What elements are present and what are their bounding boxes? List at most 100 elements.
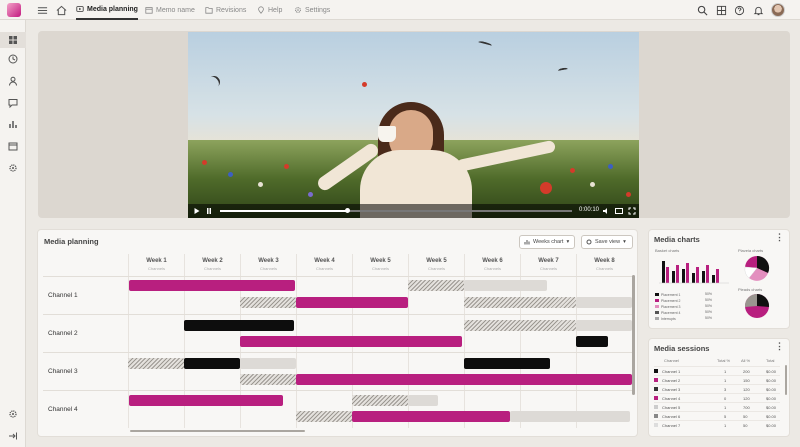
schedule-bar[interactable]	[464, 320, 576, 331]
schedule-bar[interactable]	[296, 411, 352, 422]
week-header: Week 7 Channels	[520, 254, 576, 276]
video-controls: 0:00:10	[188, 204, 639, 218]
play-icon[interactable]	[193, 207, 201, 215]
app-logo[interactable]	[7, 3, 21, 17]
tab-revisions[interactable]: Revisions	[205, 0, 246, 20]
save-view-label: Save view	[595, 239, 621, 245]
legend-percent: 50%	[705, 310, 713, 314]
tab-label: Media planning	[87, 5, 138, 13]
tab-label: Memo name	[156, 6, 195, 14]
horizontal-scrollbar[interactable]	[130, 430, 305, 432]
schedule-bar[interactable]	[129, 280, 295, 291]
dashboard-icon[interactable]	[7, 34, 19, 46]
schedule-bar[interactable]	[352, 395, 408, 406]
schedule-bar[interactable]	[576, 297, 632, 308]
schedule-bar[interactable]	[240, 374, 296, 385]
list-icon[interactable]	[36, 4, 48, 16]
mini-bar-chart	[659, 261, 729, 284]
grid-icon[interactable]	[715, 4, 727, 16]
schedule-bar[interactable]	[510, 411, 630, 422]
schedule-bar[interactable]	[352, 411, 510, 422]
week-header: Week 6 Channels	[464, 254, 520, 276]
schedule-bar[interactable]	[129, 395, 283, 406]
vertical-scrollbar[interactable]	[632, 275, 635, 395]
schedule-bar[interactable]	[464, 297, 576, 308]
weeks-chart-dropdown[interactable]: Weeks chart ▾	[519, 235, 575, 249]
schedule-bar[interactable]	[184, 358, 240, 369]
schedule-bar[interactable]	[296, 297, 408, 308]
clock-icon[interactable]	[7, 53, 19, 65]
gear-icon[interactable]	[7, 162, 19, 174]
legend-item: Placement 4	[655, 310, 680, 315]
sidebar	[0, 20, 26, 447]
bell-icon[interactable]	[752, 4, 764, 16]
legend-item: Interrupts	[655, 316, 676, 321]
table-row[interactable]: Channel 2 1 150 $0.00	[654, 375, 780, 384]
more-options-icon[interactable]: ⋮	[775, 341, 784, 352]
captions-icon[interactable]	[615, 207, 623, 215]
legend-item: Placement 2	[655, 298, 680, 303]
chat-icon[interactable]	[7, 97, 19, 109]
logout-icon[interactable]	[7, 430, 19, 442]
week-header: Week 1 Channels	[128, 254, 184, 276]
bar-chart-icon[interactable]	[7, 118, 19, 130]
table-row[interactable]: Channel 1 1 200 $0.00	[654, 366, 780, 375]
schedule-bar[interactable]	[464, 358, 550, 369]
pause-icon[interactable]	[205, 207, 213, 215]
help-icon[interactable]	[733, 4, 745, 16]
table-row[interactable]: Channel 6 5 50 $0.00	[654, 411, 780, 420]
user-icon[interactable]	[7, 75, 19, 87]
channel-row-label: Channel 3	[43, 352, 128, 390]
chart-icon	[524, 240, 530, 245]
pie-chart-2	[744, 293, 770, 318]
tab-memo-name[interactable]: Memo name	[145, 0, 195, 20]
search-icon[interactable]	[696, 4, 708, 16]
tab-settings[interactable]: Settings	[294, 0, 330, 20]
table-row[interactable]: Channel 3 3 120 $0.00	[654, 384, 780, 393]
schedule-bar[interactable]	[576, 336, 608, 347]
tab-label: Revisions	[216, 6, 247, 14]
tab-help[interactable]: Help	[257, 0, 282, 20]
column-header: Channel	[664, 358, 679, 363]
schedule-bar[interactable]	[464, 280, 547, 291]
schedule-bar[interactable]	[240, 297, 296, 308]
avatar[interactable]	[771, 3, 785, 17]
pie-chart-1	[744, 255, 770, 281]
table-row[interactable]: Channel 4 0 120 $0.00	[654, 393, 780, 402]
week-header: Week 8 Channels	[576, 254, 632, 276]
schedule-bar[interactable]	[240, 336, 462, 347]
schedule-bar[interactable]	[240, 358, 296, 369]
schedule-bar[interactable]	[576, 320, 632, 331]
chevron-down-icon: ▾	[623, 239, 626, 245]
schedule-bar[interactable]	[128, 358, 184, 369]
calendar-icon[interactable]	[7, 140, 19, 152]
video-player[interactable]: 0:00:10	[188, 32, 639, 218]
column-header: Total %	[717, 358, 731, 363]
volume-icon[interactable]	[602, 207, 610, 215]
settings-icon[interactable]	[7, 408, 19, 420]
coffee-cup	[378, 126, 396, 142]
week-header: Week 2 Channels	[184, 254, 240, 276]
channel-row-label: Channel 4	[43, 390, 128, 428]
save-view-dropdown[interactable]: Save view ▾	[581, 235, 633, 249]
legend-item: Placement 3	[655, 304, 680, 309]
table-row[interactable]: Channel 7 1 50 $0.00	[654, 420, 780, 429]
tab-label: Help	[268, 6, 283, 14]
table-row[interactable]: Channel 5 1 700 $0.00	[654, 402, 780, 411]
sessions-scrollbar[interactable]	[785, 365, 787, 395]
weeks-chart-label: Weeks chart	[533, 239, 564, 245]
column-header: All %	[741, 358, 751, 363]
week-header: Week 4 Channels	[296, 254, 352, 276]
schedule-bar[interactable]	[184, 320, 294, 331]
media-planning-grid: Week 1 Channels Week 2 Channels Week 3 Chan…	[43, 254, 633, 428]
video-progress-handle[interactable]	[344, 208, 350, 213]
video-progress-fill	[220, 210, 347, 212]
schedule-bar[interactable]	[408, 280, 464, 291]
video-progress-bar[interactable]	[220, 208, 572, 213]
fullscreen-icon[interactable]	[628, 207, 636, 215]
more-options-icon[interactable]: ⋮	[775, 232, 784, 243]
tab-media-planning[interactable]: Media planning	[76, 0, 138, 20]
schedule-bar[interactable]	[296, 374, 632, 385]
home-icon[interactable]	[55, 4, 67, 16]
schedule-bar[interactable]	[408, 395, 438, 406]
